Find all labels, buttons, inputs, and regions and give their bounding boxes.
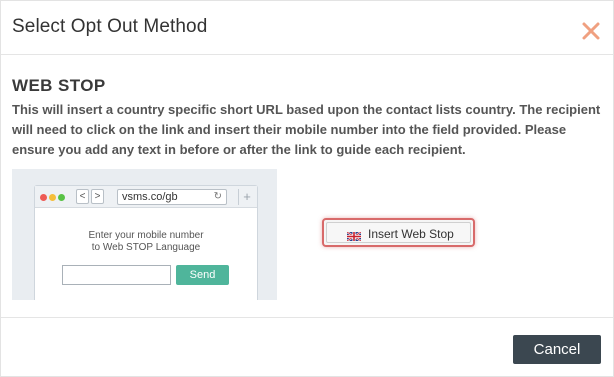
back-icon: <: [76, 189, 89, 204]
insert-web-stop-label: Insert Web Stop: [368, 227, 454, 241]
section-description: This will insert a country specific shor…: [12, 102, 601, 157]
insert-web-stop-button[interactable]: Insert Web Stop: [322, 218, 475, 247]
prompt-line-2: to Web STOP Language: [91, 242, 201, 253]
mobile-prompt: Enter your mobile number to Web STOP Lan…: [35, 230, 257, 254]
forward-icon: >: [91, 189, 104, 204]
url-text: vsms.co/gb: [122, 191, 178, 203]
section-title: WEB STOP: [12, 76, 106, 95]
dialog-title: Select Opt Out Method: [12, 16, 208, 37]
browser-mockup: < > vsms.co/gb ↻ + Enter your mobile num…: [34, 185, 258, 300]
url-bar: vsms.co/gb ↻: [117, 189, 227, 205]
opt-out-dialog: Select Opt Out Method WEB STOP This will…: [0, 0, 614, 377]
browser-toolbar: < > vsms.co/gb ↻ +: [35, 186, 257, 208]
window-minimize-dot-icon: [49, 194, 56, 201]
web-stop-preview-image: < > vsms.co/gb ↻ + Enter your mobile num…: [12, 169, 277, 300]
prompt-line-1: Enter your mobile number: [88, 230, 204, 241]
window-close-dot-icon: [40, 194, 47, 201]
uk-flag-icon: [347, 232, 361, 241]
close-icon[interactable]: [581, 21, 601, 41]
cancel-button[interactable]: Cancel: [513, 335, 601, 364]
new-tab-icon: +: [238, 189, 255, 205]
footer-divider: [1, 317, 613, 318]
window-maximize-dot-icon: [58, 194, 65, 201]
reload-icon: ↻: [213, 191, 222, 202]
mobile-number-input-preview: [62, 265, 171, 285]
dialog-header: Select Opt Out Method: [1, 1, 613, 55]
send-button-preview: Send: [176, 265, 229, 285]
